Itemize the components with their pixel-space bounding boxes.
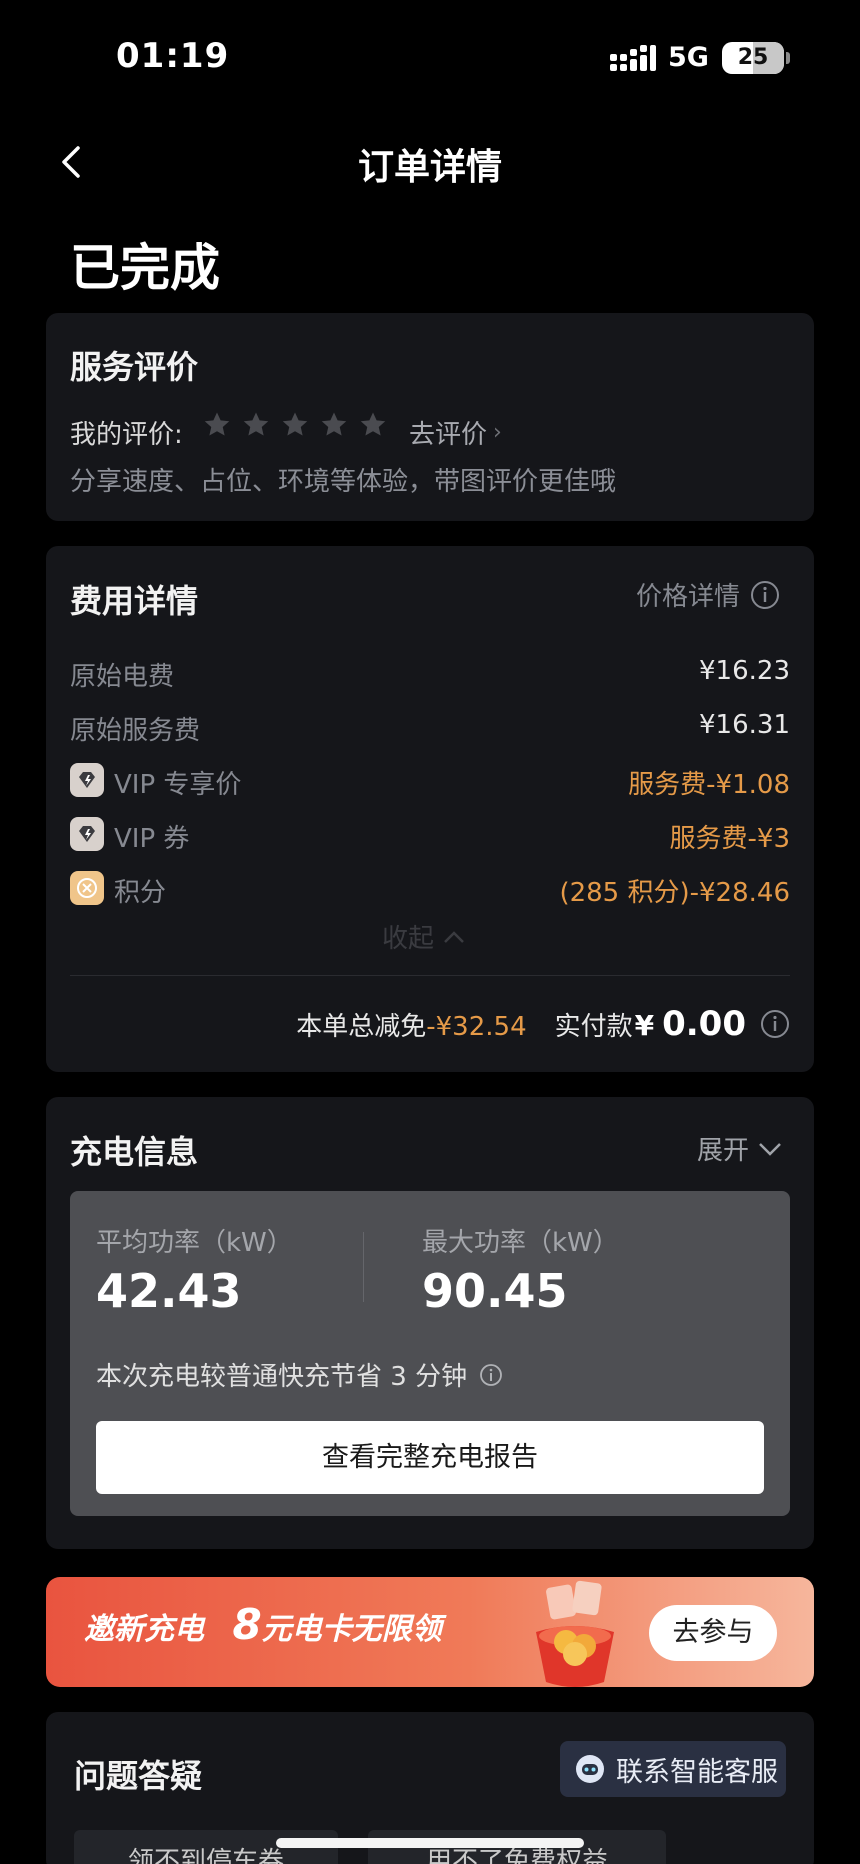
view-report-button[interactable]: 查看完整充电报告 [96, 1421, 764, 1494]
avg-power-value: 42.43 [96, 1264, 242, 1318]
price-detail-label: 价格详情 [636, 582, 741, 612]
fee-row-label: 积分 [114, 878, 167, 908]
vip-diamond-icon [70, 763, 104, 797]
rate-link-label: 去评价 [409, 420, 488, 450]
fee-divider [70, 975, 790, 976]
collapse-toggle[interactable]: 收起 [382, 918, 466, 955]
my-rating-label: 我的评价: [70, 420, 183, 450]
battery-level: 25 [737, 45, 769, 70]
gift-bag-icon [536, 1580, 614, 1687]
max-power-value: 90.45 [422, 1264, 568, 1318]
chevron-up-icon [444, 930, 464, 943]
promo-text: 邀新充电 8元电卡无限领 [84, 1600, 442, 1649]
fee-title: 费用详情 [70, 582, 199, 620]
faq-title: 问题答疑 [74, 1757, 203, 1795]
fee-row-label: 原始电费 [70, 662, 175, 692]
fee-card [46, 546, 814, 1072]
paid-value: 0.00 [662, 1004, 746, 1044]
price-detail-link[interactable]: 价格详情 [636, 576, 780, 613]
collapse-label: 收起 [382, 924, 435, 954]
rate-link[interactable]: 去评价 › [409, 414, 502, 451]
battery-cap [786, 52, 790, 64]
promo-highlight: 8 [232, 1600, 262, 1649]
fee-row-value: 服务费-¥3 [669, 824, 790, 854]
fee-row-value: (285 积分)-¥28.46 [559, 878, 790, 908]
expand-toggle[interactable]: 展开 [697, 1130, 783, 1167]
total-discount-value: -¥32.54 [426, 1012, 527, 1042]
charging-title: 充电信息 [70, 1133, 199, 1171]
page-title: 订单详情 [357, 147, 502, 188]
star-icon[interactable] [319, 410, 349, 440]
paid-currency: ¥ [634, 1009, 655, 1042]
status-time: 01:19 [116, 36, 230, 76]
star-icon[interactable] [280, 410, 310, 440]
battery-icon: 25 [722, 42, 784, 74]
fee-row-value: ¥16.31 [699, 710, 790, 740]
order-status: 已完成 [70, 239, 220, 297]
fee-row-label: 原始服务费 [70, 716, 201, 746]
fee-row-value: 服务费-¥1.08 [628, 770, 790, 800]
join-button[interactable]: 去参与 [649, 1605, 777, 1661]
review-hint: 分享速度、占位、环境等体验，带图评价更佳哦 [70, 467, 617, 497]
saving-note: 本次充电较普通快充节省 3 分钟 [96, 1356, 503, 1393]
expand-label: 展开 [697, 1136, 750, 1166]
info-icon[interactable] [479, 1363, 503, 1387]
avg-power-label: 平均功率（kW） [96, 1228, 293, 1258]
customer-service-button[interactable]: 联系智能客服 [560, 1741, 786, 1797]
paid-label: 实付款 [554, 1012, 633, 1042]
network-type: 5G [668, 42, 709, 73]
star-icon[interactable] [358, 410, 388, 440]
signal-icon [610, 45, 656, 71]
points-icon [70, 871, 104, 905]
home-indicator[interactable] [276, 1838, 584, 1848]
total-discount-label: 本单总减免 [296, 1012, 427, 1042]
robot-icon [576, 1755, 604, 1783]
chevron-right-icon: › [493, 420, 502, 445]
fee-row-label: VIP 专享价 [114, 770, 242, 800]
review-title: 服务评价 [70, 348, 199, 386]
promo-suffix: 元电卡无限领 [261, 1612, 442, 1647]
info-icon[interactable] [760, 1009, 790, 1039]
info-icon [751, 580, 780, 609]
vip-diamond-icon [70, 817, 104, 851]
rating-stars[interactable] [202, 410, 388, 440]
star-icon[interactable] [241, 410, 271, 440]
fee-row-value: ¥16.23 [699, 656, 790, 686]
max-power-label: 最大功率（kW） [422, 1228, 619, 1258]
customer-service-label: 联系智能客服 [616, 1756, 778, 1788]
star-icon[interactable] [202, 410, 232, 440]
chevron-down-icon [759, 1142, 781, 1156]
saving-note-text: 本次充电较普通快充节省 3 分钟 [96, 1362, 468, 1392]
promo-prefix: 邀新充电 [84, 1612, 204, 1647]
stat-divider [363, 1232, 364, 1302]
total-summary: 本单总减免 -¥32.54 实付款 ¥ 0.00 [296, 1004, 790, 1044]
fee-row-label: VIP 券 [114, 824, 190, 854]
